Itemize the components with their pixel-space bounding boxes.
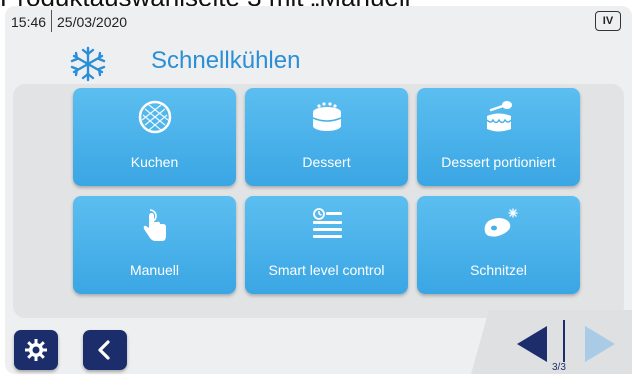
settings-button[interactable] bbox=[14, 330, 58, 370]
product-tile-dessert-portioniert[interactable]: Dessert portioniert bbox=[417, 88, 580, 186]
device-screen: 15:46 25/03/2020 IV Schnellkühlen Kuchen… bbox=[5, 6, 632, 374]
tile-label: Schnitzel bbox=[470, 262, 527, 278]
status-separator bbox=[51, 10, 52, 32]
tray-levels-icon bbox=[312, 208, 342, 238]
gear-icon bbox=[25, 339, 47, 361]
portion-dessert-icon bbox=[486, 101, 512, 132]
status-time: 15:46 bbox=[11, 14, 47, 30]
schnitzel-icon bbox=[484, 208, 518, 237]
triangle-left-icon[interactable] bbox=[515, 324, 549, 364]
snowflake-icon bbox=[70, 46, 106, 82]
product-tile-manuell[interactable]: Manuell bbox=[73, 196, 236, 294]
product-tile-smart-level-control[interactable]: Smart level control bbox=[245, 196, 408, 294]
tile-label: Smart level control bbox=[268, 262, 385, 278]
tile-label: Manuell bbox=[129, 262, 180, 278]
pie-icon bbox=[138, 100, 171, 134]
cake-icon bbox=[312, 102, 341, 131]
tile-label: Dessert portioniert bbox=[441, 154, 556, 170]
hand-pointer-icon bbox=[143, 209, 166, 241]
tile-label: Kuchen bbox=[130, 154, 179, 170]
level-badge[interactable]: IV bbox=[595, 11, 621, 31]
pager-divider bbox=[563, 320, 565, 362]
status-bar: 15:46 25/03/2020 IV bbox=[5, 6, 632, 36]
triangle-right-icon[interactable] bbox=[583, 324, 617, 364]
page-title: Schnellkühlen bbox=[151, 47, 301, 74]
chevron-left-icon bbox=[98, 340, 110, 360]
tile-label: Dessert bbox=[302, 154, 351, 170]
pager-page-count: 3/3 bbox=[552, 362, 566, 373]
product-tile-dessert[interactable]: Dessert bbox=[245, 88, 408, 186]
status-date: 25/03/2020 bbox=[57, 14, 128, 30]
back-button[interactable] bbox=[83, 330, 127, 370]
product-tile-kuchen[interactable]: Kuchen bbox=[73, 88, 236, 186]
product-tile-schnitzel[interactable]: Schnitzel bbox=[417, 196, 580, 294]
